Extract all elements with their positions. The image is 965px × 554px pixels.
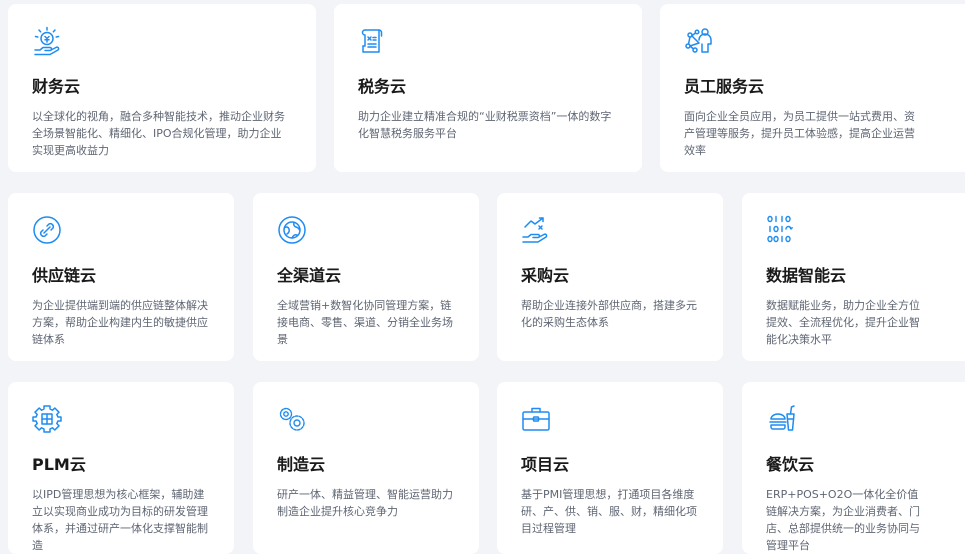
- card-description: 以IPD管理思想为核心框架，辅助建立以实现商业成功为目标的研发管理体系，并通过研…: [32, 488, 208, 552]
- binary-data-icon: [766, 215, 796, 245]
- card-data-intelligence-cloud[interactable]: 数据智能云 数据赋能业务，助力企业全方位提效、全流程优化，提升企业智能化决策水平: [742, 193, 965, 361]
- card-description: 研产一体、精益管理、智能运营助力制造企业提升核心竞争力: [277, 488, 453, 518]
- globe-icon: [277, 215, 307, 245]
- employee-network-icon: [684, 26, 714, 56]
- card-title: 税务云: [358, 77, 407, 96]
- card-plm-cloud[interactable]: PLM云 以IPD管理思想为核心框架，辅助建立以实现商业成功为目标的研发管理体系…: [8, 382, 234, 554]
- briefcase-icon: [521, 404, 551, 434]
- card-title: 制造云: [277, 455, 326, 474]
- card-title: PLM云: [32, 455, 86, 474]
- procurement-hand-icon: [521, 215, 551, 245]
- card-title: 餐饮云: [766, 455, 815, 474]
- gears-icon: [277, 404, 307, 434]
- card-procurement-cloud[interactable]: 采购云 帮助企业连接外部供应商，搭建多元化的采购生态体系: [497, 193, 723, 361]
- card-catering-cloud[interactable]: 餐饮云 ERP+POS+O2O一体化全价值链解决方案，为企业消费者、门店、总部提…: [742, 382, 965, 554]
- card-description: 数据赋能业务，助力企业全方位提效、全流程优化，提升企业智能化决策水平: [766, 299, 920, 346]
- gear-shield-icon: [32, 404, 62, 434]
- card-finance-cloud[interactable]: 财务云 以全球化的视角，融合多种智能技术，推动企业财务全场景智能化、精细化、IP…: [8, 4, 316, 172]
- card-tax-cloud[interactable]: 税务云 助力企业建立精准合规的“业财税票资档”一体的数字化智慧税务服务平台: [334, 4, 642, 172]
- card-title: 项目云: [521, 455, 570, 474]
- card-manufacturing-cloud[interactable]: 制造云 研产一体、精益管理、智能运营助力制造企业提升核心竞争力: [253, 382, 479, 554]
- card-title: 财务云: [32, 77, 81, 96]
- card-description: 以全球化的视角，融合多种智能技术，推动企业财务全场景智能化、精细化、IPO合规化…: [32, 110, 285, 157]
- food-drink-icon: [766, 404, 796, 434]
- card-title: 供应链云: [32, 266, 97, 285]
- finance-icon: [32, 26, 62, 56]
- card-description: 为企业提供端到端的供应链整体解决方案，帮助企业构建内生的敏捷供应链体系: [32, 299, 208, 346]
- card-supply-chain-cloud[interactable]: 供应链云 为企业提供端到端的供应链整体解决方案，帮助企业构建内生的敏捷供应链体系: [8, 193, 234, 361]
- chain-link-icon: [32, 215, 62, 245]
- card-title: 员工服务云: [684, 77, 765, 96]
- card-description: 全域营销+数智化协同管理方案，链接电商、零售、渠道、分销全业务场景: [277, 299, 453, 346]
- card-description: ERP+POS+O2O一体化全价值链解决方案，为企业消费者、门店、总部提供统一的…: [766, 488, 920, 552]
- card-description: 帮助企业连接外部供应商，搭建多元化的采购生态体系: [521, 299, 697, 329]
- card-title: 数据智能云: [766, 266, 847, 285]
- card-title: 全渠道云: [277, 266, 342, 285]
- card-description: 基于PMI管理思想，打通项目各维度研、产、供、销、服、财，精细化项目过程管理: [521, 488, 697, 535]
- card-omnichannel-cloud[interactable]: 全渠道云 全域营销+数智化协同管理方案，链接电商、零售、渠道、分销全业务场景: [253, 193, 479, 361]
- card-employee-service-cloud[interactable]: 员工服务云 面向企业全员应用，为员工提供一站式费用、资产管理等服务，提升员工体验…: [660, 4, 965, 172]
- card-title: 采购云: [521, 266, 570, 285]
- card-description: 面向企业全员应用，为员工提供一站式费用、资产管理等服务，提升员工体验感，提高企业…: [684, 110, 915, 157]
- card-description: 助力企业建立精准合规的“业财税票资档”一体的数字化智慧税务服务平台: [358, 110, 612, 140]
- tax-receipt-icon: [358, 26, 388, 56]
- card-project-cloud[interactable]: 项目云 基于PMI管理思想，打通项目各维度研、产、供、销、服、财，精细化项目过程…: [497, 382, 723, 554]
